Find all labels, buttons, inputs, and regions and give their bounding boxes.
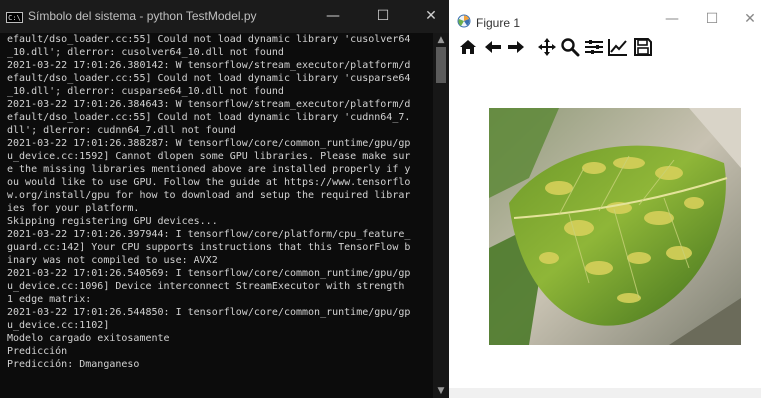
figure-titlebar[interactable]: Figure 1 — ☐ ✕: [449, 0, 761, 33]
console-line: e the missing libraries mentioned above …: [7, 164, 411, 175]
zoom-icon[interactable]: [559, 37, 581, 57]
figure-title: Figure 1: [476, 16, 521, 30]
console-line: Skipping registering GPU devices...: [7, 216, 218, 227]
console-output[interactable]: efault/dso_loader.cc:55] Could not load …: [7, 33, 432, 398]
console-line: efault/dso_loader.cc:55] Could not load …: [7, 112, 411, 123]
figure-toolbar: [449, 33, 761, 61]
console-line: u_device.cc:1592] Cannot dlopen some GPU…: [7, 151, 411, 162]
console-title: Símbolo del sistema - python TestModel.p…: [28, 9, 257, 23]
console-line: 2021-03-22 17:01:26.388287: W tensorflow…: [7, 138, 411, 149]
console-minimize-button[interactable]: —: [318, 6, 348, 26]
console-window: C:\ Símbolo del sistema - python TestMod…: [0, 0, 449, 398]
home-icon[interactable]: [457, 37, 479, 57]
console-line: ou would like to use GPU. Follow the gui…: [7, 177, 411, 188]
console-line: u_device.cc:1102]: [7, 320, 110, 331]
console-line: 1 edge matrix:: [7, 294, 92, 305]
pan-icon[interactable]: [536, 37, 558, 57]
console-line: w.org/install/gpu for how to download an…: [7, 190, 411, 201]
console-line: _10.dll'; dlerror: cusparse64_10.dll not…: [7, 86, 284, 97]
console-line: Predicción: [7, 346, 68, 357]
scrollbar-thumb[interactable]: [436, 47, 446, 83]
console-titlebar[interactable]: C:\ Símbolo del sistema - python TestMod…: [0, 0, 449, 33]
console-line: efault/dso_loader.cc:55] Could not load …: [7, 34, 411, 45]
scroll-down-icon[interactable]: ▼: [433, 384, 449, 398]
console-line: 2021-03-22 17:01:26.540569: I tensorflow…: [7, 268, 411, 279]
console-line: Modelo cargado exitosamente: [7, 333, 170, 344]
forward-arrow-icon[interactable]: [505, 37, 527, 57]
back-arrow-icon[interactable]: [482, 37, 504, 57]
console-line: 2021-03-22 17:01:26.384643: W tensorflow…: [7, 99, 411, 110]
console-close-button[interactable]: ✕: [416, 6, 446, 26]
console-maximize-button[interactable]: ☐: [368, 6, 398, 26]
console-line: inary was not compiled to use: AVX2: [7, 255, 218, 266]
figure-maximize-button[interactable]: ☐: [697, 8, 727, 30]
console-line: u_device.cc:1096] Device interconnect St…: [7, 281, 405, 292]
matplotlib-icon: [457, 14, 471, 28]
console-line: dll'; dlerror: cudnn64_7.dll not found: [7, 125, 236, 136]
subplots-icon[interactable]: [583, 37, 605, 57]
save-icon[interactable]: [632, 37, 654, 57]
figure-canvas[interactable]: [449, 61, 761, 388]
console-line: _10.dll'; dlerror: cusolver64_10.dll not…: [7, 47, 284, 58]
console-scrollbar[interactable]: ▲ ▼: [433, 33, 449, 398]
figure-minimize-button[interactable]: —: [657, 8, 687, 30]
console-line: 2021-03-22 17:01:26.544850: I tensorflow…: [7, 307, 411, 318]
edit-axis-icon[interactable]: [607, 37, 629, 57]
console-line: guard.cc:142] Your CPU supports instruct…: [7, 242, 411, 253]
figure-statusbar: [449, 388, 761, 398]
console-line: efault/dso_loader.cc:55] Could not load …: [7, 73, 411, 84]
leaf-image: [489, 108, 741, 345]
console-line: 2021-03-22 17:01:26.397944: I tensorflow…: [7, 229, 411, 240]
command-prompt-icon: C:\: [6, 12, 23, 23]
figure-window: Figure 1 — ☐ ✕: [449, 0, 761, 398]
console-line: Predicción: Dmanganeso: [7, 359, 140, 370]
figure-close-button[interactable]: ✕: [735, 8, 761, 30]
console-line: 2021-03-22 17:01:26.380142: W tensorflow…: [7, 60, 411, 71]
scroll-up-icon[interactable]: ▲: [433, 33, 449, 47]
console-line: ies for your platform.: [7, 203, 140, 214]
